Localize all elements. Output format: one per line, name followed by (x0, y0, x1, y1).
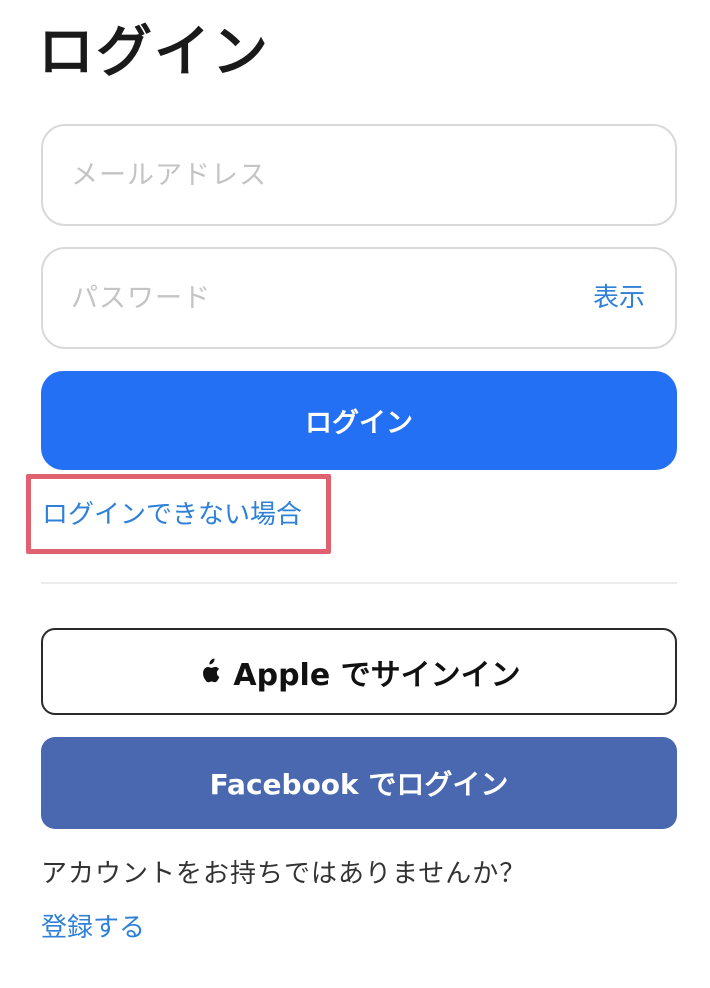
forgot-login-link[interactable]: ログインできない場合 (42, 495, 302, 535)
login-button[interactable]: ログイン (41, 371, 677, 470)
divider (41, 582, 677, 584)
apple-button-label: Apple でサインイン (233, 657, 521, 693)
login-button-label: ログイン (305, 408, 413, 439)
show-password-toggle[interactable]: 表示 (593, 249, 645, 347)
login-page: ログイン 表示 ログイン ログインできない場合 Apple でサインイン Fac… (0, 0, 710, 988)
no-account-text: アカウントをお持ちではありませんか？ (41, 859, 527, 889)
password-field-container[interactable]: 表示 (41, 247, 677, 349)
email-input[interactable] (71, 126, 591, 224)
facebook-login-button[interactable]: Facebook でログイン (41, 737, 677, 829)
email-field-container[interactable] (41, 124, 677, 226)
password-input[interactable] (71, 249, 591, 347)
apple-signin-button[interactable]: Apple でサインイン (41, 628, 677, 715)
page-title: ログイン (38, 20, 270, 85)
facebook-button-label: Facebook でログイン (209, 768, 509, 801)
register-link[interactable]: 登録する (41, 908, 145, 948)
apple-logo-icon (203, 658, 220, 682)
